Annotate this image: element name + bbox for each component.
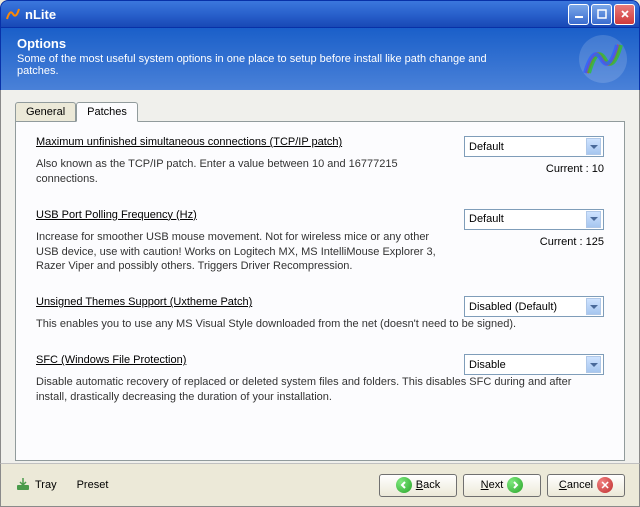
arrow-left-icon <box>396 477 412 493</box>
wizard-footer: Tray Preset Back Next Cancel ✕ <box>0 463 640 507</box>
content-area: General Patches Maximum unfinished simul… <box>0 90 640 463</box>
tcpip-dropdown[interactable]: Default <box>464 136 604 157</box>
tcpip-title: Maximum unfinished simultaneous connecti… <box>36 136 444 148</box>
section-uxtheme: Unsigned Themes Support (Uxtheme Patch) … <box>36 296 604 332</box>
sfc-desc: Disable automatic recovery of replaced o… <box>36 375 604 405</box>
next-button[interactable]: Next <box>463 474 541 497</box>
sfc-dropdown[interactable]: Disable <box>464 354 604 375</box>
sfc-title: SFC (Windows File Protection) <box>36 354 444 366</box>
sfc-value: Disable <box>469 359 506 371</box>
uxtheme-desc: This enables you to use any MS Visual St… <box>36 317 604 332</box>
tray-link[interactable]: Tray <box>15 476 57 495</box>
section-tcpip: Maximum unfinished simultaneous connecti… <box>36 136 604 187</box>
back-button[interactable]: Back <box>379 474 457 497</box>
tab-general[interactable]: General <box>15 102 76 121</box>
back-label: Back <box>416 479 440 491</box>
preset-link[interactable]: Preset <box>77 479 109 491</box>
usb-desc: Increase for smoother USB mouse movement… <box>36 230 444 275</box>
page-description: Some of the most useful system options i… <box>17 53 497 77</box>
usb-title: USB Port Polling Frequency (Hz) <box>36 209 444 221</box>
usb-value: Default <box>469 213 504 225</box>
next-label: Next <box>481 479 504 491</box>
close-button[interactable] <box>614 4 635 25</box>
usb-dropdown[interactable]: Default <box>464 209 604 230</box>
chevron-down-icon <box>586 138 601 155</box>
section-usb: USB Port Polling Frequency (Hz) Default … <box>36 209 604 275</box>
chevron-down-icon <box>586 211 601 228</box>
section-sfc: SFC (Windows File Protection) Disable Di… <box>36 354 604 405</box>
tab-panel-patches: Maximum unfinished simultaneous connecti… <box>15 121 625 461</box>
preset-label: Preset <box>77 479 109 491</box>
wizard-header: Options Some of the most useful system o… <box>0 28 640 90</box>
uxtheme-dropdown[interactable]: Disabled (Default) <box>464 296 604 317</box>
arrow-right-icon <box>507 477 523 493</box>
tcpip-value: Default <box>469 141 504 153</box>
close-icon: ✕ <box>597 477 613 493</box>
usb-current: Current : 125 <box>464 236 604 248</box>
maximize-button[interactable] <box>591 4 612 25</box>
app-icon <box>5 6 21 22</box>
window-title: nLite <box>25 7 568 22</box>
tcpip-current: Current : 10 <box>464 163 604 175</box>
page-title: Options <box>17 36 623 51</box>
minimize-button[interactable] <box>568 4 589 25</box>
tcpip-desc: Also known as the TCP/IP patch. Enter a … <box>36 157 444 187</box>
uxtheme-value: Disabled (Default) <box>469 301 557 313</box>
tray-label: Tray <box>35 479 57 491</box>
chevron-down-icon <box>586 356 601 373</box>
titlebar: nLite <box>0 0 640 28</box>
chevron-down-icon <box>586 298 601 315</box>
cancel-button[interactable]: Cancel ✕ <box>547 474 625 497</box>
cancel-label: Cancel <box>559 479 593 491</box>
tab-patches[interactable]: Patches <box>76 102 138 122</box>
tray-icon <box>15 476 31 495</box>
uxtheme-title: Unsigned Themes Support (Uxtheme Patch) <box>36 296 444 308</box>
nlite-logo <box>577 33 629 85</box>
